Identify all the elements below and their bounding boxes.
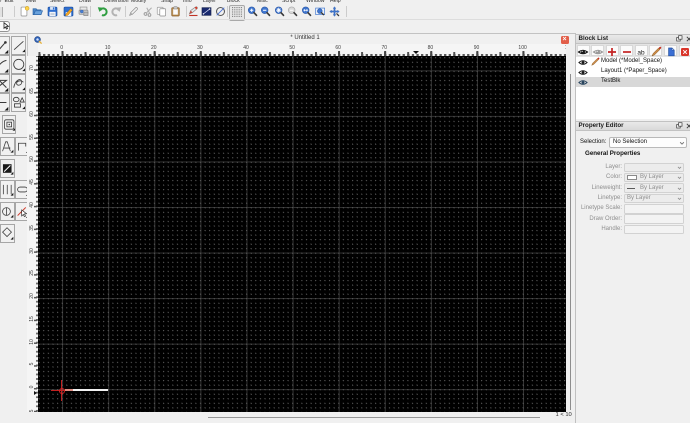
svg-text:ab: ab: [638, 49, 646, 56]
